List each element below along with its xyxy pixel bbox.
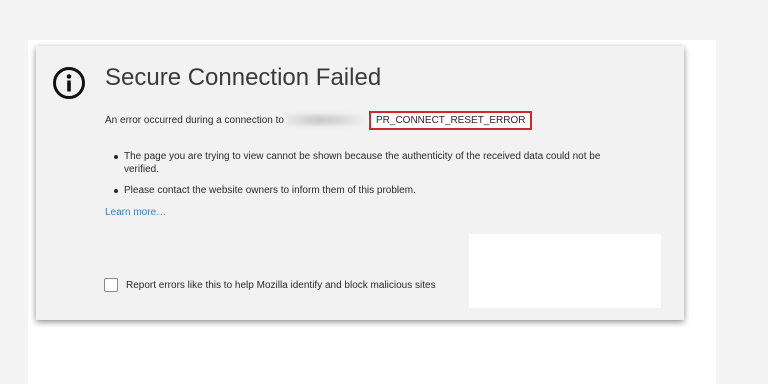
- learn-more-link[interactable]: Learn more…: [105, 207, 166, 218]
- list-item: Please contact the website owners to inf…: [112, 184, 632, 197]
- page-title: Secure Connection Failed: [105, 64, 382, 91]
- blank-overlay: [469, 234, 661, 308]
- report-errors-checkbox[interactable]: [104, 278, 118, 292]
- error-code-highlight: PR_CONNECT_RESET_ERROR: [369, 110, 533, 130]
- error-prefix: An error occurred during a connection to: [105, 114, 284, 126]
- report-errors-label[interactable]: Report errors like this to help Mozilla …: [126, 280, 436, 291]
- list-item: The page you are trying to view cannot b…: [112, 150, 632, 176]
- redacted-hostname: [286, 115, 366, 125]
- error-panel: Secure Connection Failed An error occurr…: [36, 46, 684, 320]
- error-message: An error occurred during a connection to…: [105, 110, 533, 130]
- info-circle-icon: [53, 67, 85, 99]
- error-details-list: The page you are trying to view cannot b…: [112, 150, 632, 205]
- report-errors-row[interactable]: Report errors like this to help Mozilla …: [104, 278, 436, 292]
